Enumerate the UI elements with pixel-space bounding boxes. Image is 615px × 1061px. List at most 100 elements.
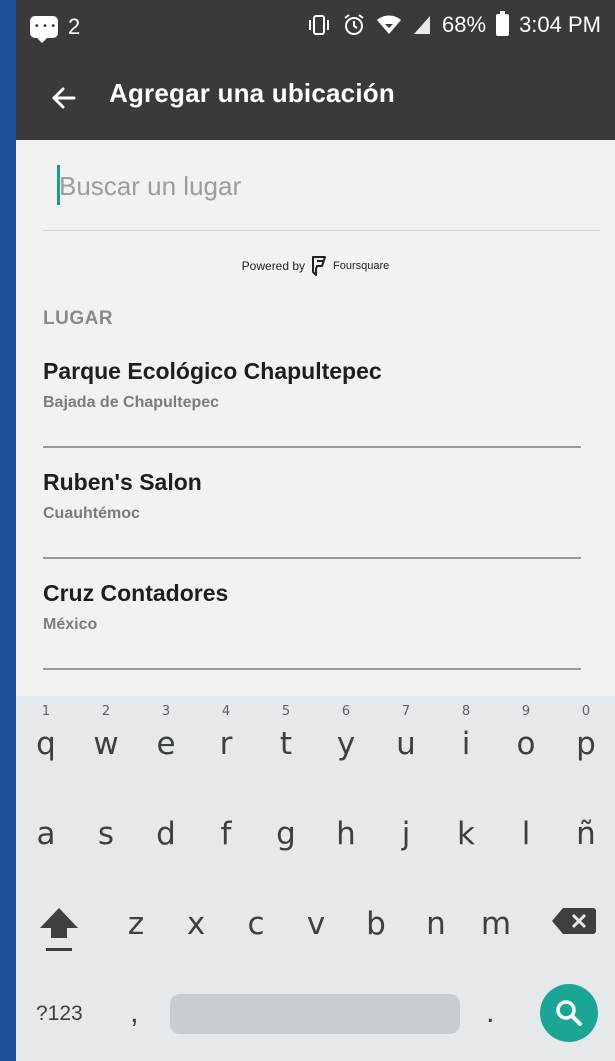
place-name: Ruben's Salon [43,469,202,495]
alarm-icon [342,13,366,37]
key-j[interactable]: j [386,816,426,852]
list-item[interactable]: Ruben's Salon Cuauhtémoc [43,447,581,559]
soft-keyboard: q1w2e3r4t5y6u7i8o9p0 asdfghjklñ zxcvbnm … [16,696,615,1061]
foursquare-brand: Foursquare [333,260,390,272]
key-m[interactable]: m [476,906,516,942]
section-label: LUGAR [43,308,114,329]
key-label: z [127,906,145,942]
key-hint: 6 [341,704,351,719]
key-ñ[interactable]: ñ [566,816,606,852]
place-name: Parque Ecológico Chapultepec [43,358,382,384]
arrow-left-icon[interactable] [44,78,84,118]
backspace-icon[interactable] [551,906,597,936]
key-label: l [521,816,531,852]
message-icon: • • • [30,16,58,43]
key-label: w [93,726,119,762]
search-action-button[interactable] [540,984,598,1042]
search-icon [556,1000,582,1026]
key-label: a [36,816,56,852]
key-w[interactable]: w2 [86,704,126,762]
key-t[interactable]: t5 [266,704,306,762]
place-name: Cruz Contadores [43,580,229,606]
key-label: h [336,816,356,852]
key-label: r [219,726,233,762]
app-bar: Agregar una ubicación [16,58,615,140]
key-y[interactable]: y6 [326,704,366,762]
battery-icon [496,11,510,36]
key-hint: 1 [41,704,51,719]
shift-icon[interactable] [36,904,82,954]
wifi-icon [376,14,402,36]
key-label: q [36,726,56,762]
foursquare-logo-icon [311,256,327,276]
key-hint: 7 [401,704,411,719]
key-hint: 2 [101,704,111,719]
key-label: p [576,726,596,762]
key-a[interactable]: a [26,816,66,852]
key-label: k [457,816,475,852]
key-label: v [306,906,326,942]
list-item[interactable]: Cruz Contadores México [43,558,581,670]
symbols-key[interactable]: ?123 [36,1002,83,1026]
key-label: i [461,726,471,762]
key-p[interactable]: p0 [566,704,606,762]
place-address: Cuauhtémoc [43,505,140,522]
key-q[interactable]: q1 [26,704,66,762]
key-b[interactable]: b [356,906,396,942]
key-label: n [426,906,446,942]
list-item[interactable]: Parque Ecológico Chapultepec Bajada de C… [43,336,581,448]
key-label: t [279,726,293,762]
key-label: g [276,816,296,852]
signal-icon [412,14,432,36]
key-u[interactable]: u7 [386,704,426,762]
key-label: f [220,816,232,852]
key-label: j [401,816,411,852]
key-s[interactable]: s [86,816,126,852]
notification-count: 2 [68,14,81,39]
key-n[interactable]: n [416,906,456,942]
key-d[interactable]: d [146,816,186,852]
key-hint: 5 [281,704,291,719]
key-hint: 4 [221,704,231,719]
key-label: c [247,906,265,942]
key-label: x [186,906,206,942]
key-z[interactable]: z [116,906,156,942]
key-label: o [516,726,536,762]
page-title: Agregar una ubicación [109,78,395,108]
key-label: m [480,906,512,942]
search-box[interactable] [43,140,600,231]
period-key[interactable]: . [486,994,495,1030]
powered-by-label: Powered by [241,259,306,273]
key-label: ñ [576,816,596,852]
comma-key[interactable]: , [130,994,139,1030]
vibrate-icon [306,14,332,36]
key-o[interactable]: o9 [506,704,546,762]
app-frame: • • • 2 68% 3:04 PM Agregar una ubicació [16,0,615,1061]
key-c[interactable]: c [236,906,276,942]
key-k[interactable]: k [446,816,486,852]
content-area: Powered by Foursquare LUGAR Parque Ecoló… [16,140,615,696]
battery-percent: 68% [442,12,487,37]
key-label: d [156,816,176,852]
key-label: b [366,906,386,942]
key-hint: 3 [161,704,171,719]
key-label: u [396,726,416,762]
status-bar: • • • 2 68% 3:04 PM [16,0,615,58]
place-address: Bajada de Chapultepec [43,394,220,411]
key-e[interactable]: e3 [146,704,186,762]
key-l[interactable]: l [506,816,546,852]
key-label: s [97,816,115,852]
clock: 3:04 PM [519,12,601,37]
key-i[interactable]: i8 [446,704,486,762]
key-f[interactable]: f [206,816,246,852]
key-g[interactable]: g [266,816,306,852]
space-bar[interactable] [170,994,460,1034]
search-input[interactable] [57,162,581,210]
key-h[interactable]: h [326,816,366,852]
key-label: e [156,726,176,762]
key-v[interactable]: v [296,906,336,942]
key-hint: 0 [581,704,591,719]
key-label: y [336,726,356,762]
key-x[interactable]: x [176,906,216,942]
key-r[interactable]: r4 [206,704,246,762]
